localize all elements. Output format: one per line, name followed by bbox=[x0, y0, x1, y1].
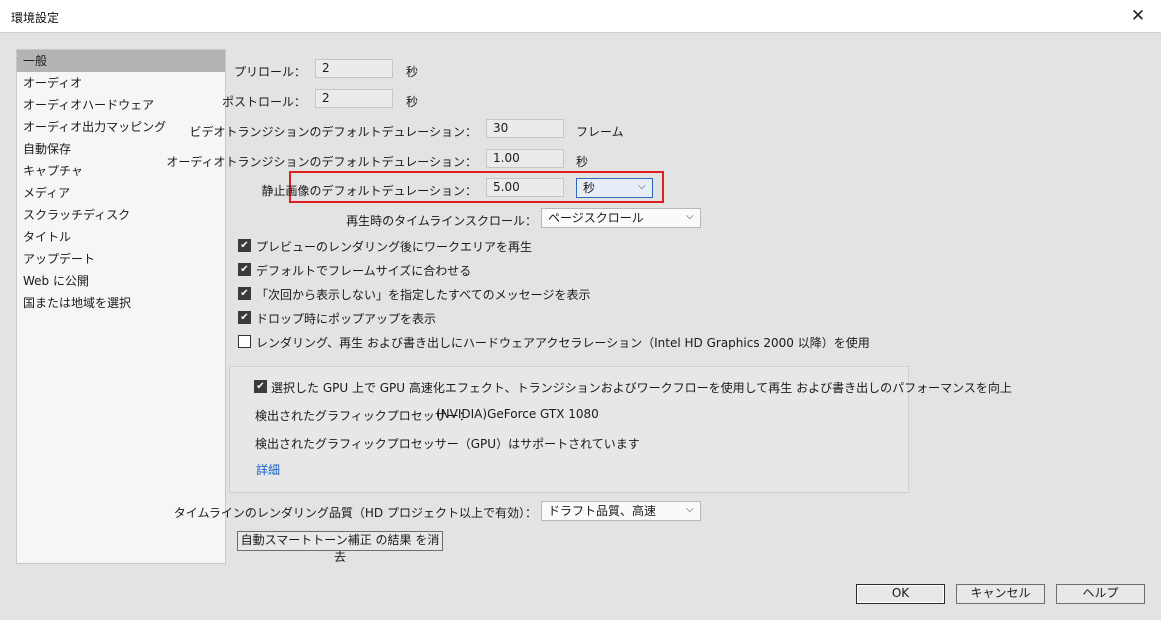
still-image-unit-select[interactable]: 秒 ⌵ bbox=[576, 178, 653, 198]
sidebar-item-updates[interactable]: アップデート bbox=[17, 248, 225, 270]
checkbox-gpu-acceleration[interactable]: ✔ bbox=[254, 380, 267, 393]
close-icon[interactable]: ✕ bbox=[1115, 0, 1161, 32]
postroll-unit: 秒 bbox=[406, 95, 419, 109]
chevron-down-icon: ⌵ bbox=[686, 504, 694, 515]
sidebar-item-media[interactable]: メディア bbox=[17, 182, 225, 204]
cancel-button[interactable]: キャンセル bbox=[956, 584, 1045, 604]
gpu-details-link[interactable]: 詳細 bbox=[256, 461, 280, 478]
preroll-input[interactable]: 2 bbox=[315, 59, 393, 78]
still-image-input[interactable]: 5.00 bbox=[486, 178, 564, 197]
still-image-unit-value: 秒 bbox=[583, 181, 596, 195]
postroll-input[interactable]: 2 bbox=[315, 89, 393, 108]
chevron-down-icon: ⌵ bbox=[638, 181, 646, 192]
timeline-scroll-label: 再生時のタイムラインスクロール： bbox=[346, 214, 537, 228]
sidebar-item-general[interactable]: 一般 bbox=[17, 50, 225, 72]
checkbox-hardware-acceleration[interactable] bbox=[238, 335, 251, 348]
checkbox-play-work-area[interactable]: ✔ bbox=[238, 239, 251, 252]
gpu-acceleration-label: 選択した GPU 上で GPU 高速化エフェクト、トランジションおよびワークフロ… bbox=[271, 381, 1012, 395]
checkbox-show-all-messages-label: 「次回から表示しない」を指定したすべてのメッセージを表示 bbox=[256, 288, 591, 302]
video-transition-input[interactable]: 30 bbox=[486, 119, 564, 138]
render-quality-value: ドラフト品質、高速 bbox=[548, 504, 657, 518]
clear-auto-tone-button[interactable]: 自動スマートトーン補正 の結果 を消去 bbox=[237, 531, 443, 564]
gpu-detected-value: (NVIDIA)GeForce GTX 1080 bbox=[436, 407, 599, 421]
sidebar-item-region[interactable]: 国または地域を選択 bbox=[17, 292, 225, 314]
checkbox-scale-frame-size-label: デフォルトでフレームサイズに合わせる bbox=[256, 264, 472, 278]
timeline-scroll-value: ページスクロール bbox=[548, 211, 644, 225]
sidebar-item-audio-hardware[interactable]: オーディオハードウェア bbox=[17, 94, 225, 116]
help-button[interactable]: ヘルプ bbox=[1056, 584, 1145, 604]
window-title: 環境設定 bbox=[11, 11, 60, 25]
timeline-scroll-select[interactable]: ページスクロール ⌵ bbox=[541, 208, 701, 228]
sidebar-item-publish-web[interactable]: Web に公開 bbox=[17, 270, 225, 292]
audio-transition-label: オーディオトランジションのデフォルトデュレーション： bbox=[166, 155, 477, 169]
checkbox-scale-frame-size[interactable]: ✔ bbox=[238, 263, 251, 276]
chevron-down-icon: ⌵ bbox=[686, 211, 694, 222]
preroll-unit: 秒 bbox=[406, 65, 419, 79]
preroll-label: プリロール： bbox=[233, 65, 306, 79]
checkbox-popup-on-drop-label: ドロップ時にポップアップを表示 bbox=[256, 312, 437, 326]
audio-transition-unit: 秒 bbox=[576, 155, 589, 169]
postroll-label: ポストロール： bbox=[221, 95, 306, 109]
video-transition-label: ビデオトランジションのデフォルトデュレーション： bbox=[189, 125, 477, 139]
still-image-label: 静止画像のデフォルトデュレーション： bbox=[261, 184, 477, 198]
ok-button[interactable]: OK bbox=[856, 584, 945, 604]
checkbox-play-work-area-label: プレビューのレンダリング後にワークエリアを再生 bbox=[256, 240, 533, 254]
audio-transition-input[interactable]: 1.00 bbox=[486, 149, 564, 168]
gpu-support-text: 検出されたグラフィックプロセッサー（GPU）はサポートされています bbox=[255, 437, 640, 451]
title-bar: 環境設定 ✕ bbox=[0, 0, 1161, 32]
checkbox-show-all-messages[interactable]: ✔ bbox=[238, 287, 251, 300]
video-transition-unit: フレーム bbox=[576, 125, 624, 139]
sidebar-item-audio[interactable]: オーディオ bbox=[17, 72, 225, 94]
render-quality-label: タイムラインのレンダリング品質（HD プロジェクト以上で有効）： bbox=[173, 506, 537, 520]
sidebar-item-scratch-disks[interactable]: スクラッチディスク bbox=[17, 204, 225, 226]
sidebar-item-titles[interactable]: タイトル bbox=[17, 226, 225, 248]
checkbox-hardware-acceleration-label: レンダリング、再生 および書き出しにハードウェアアクセラレーション（Intel … bbox=[256, 336, 870, 350]
checkbox-popup-on-drop[interactable]: ✔ bbox=[238, 311, 251, 324]
render-quality-select[interactable]: ドラフト品質、高速 ⌵ bbox=[541, 501, 701, 521]
dialog-body: 一般 オーディオ オーディオハードウェア オーディオ出力マッピング 自動保存 キ… bbox=[0, 32, 1161, 620]
